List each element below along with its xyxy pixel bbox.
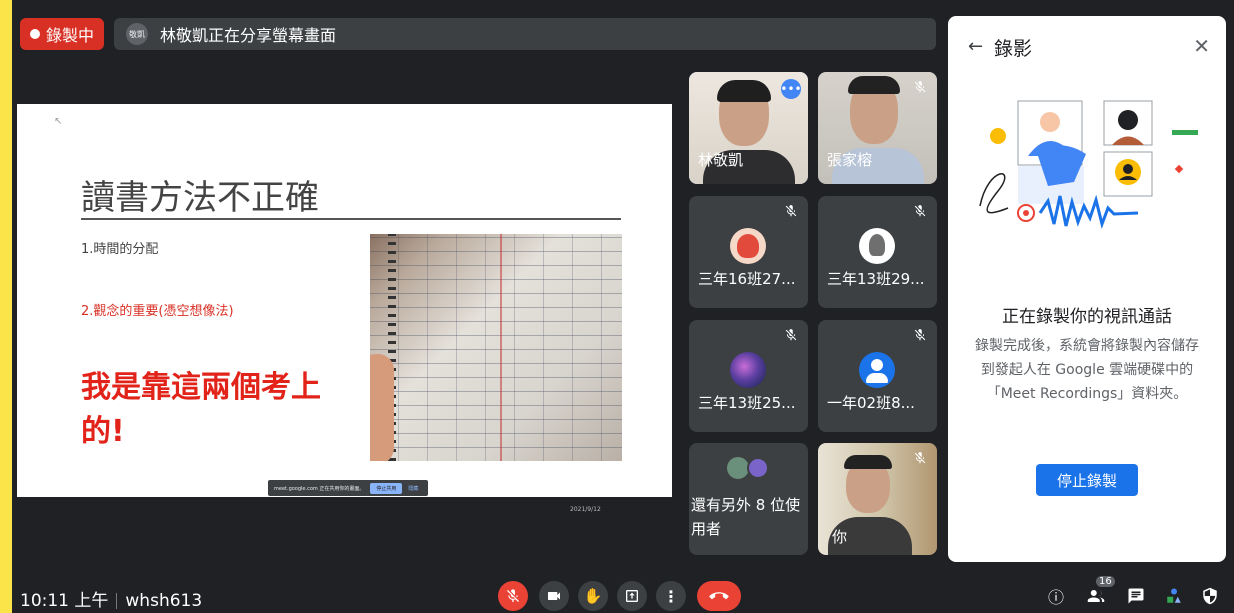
close-icon[interactable]: ✕	[1193, 34, 1210, 58]
mic-off-icon	[785, 329, 797, 341]
participant-name: 三年13班25...	[698, 394, 796, 412]
shared-screen: ↖ 讀書方法不正確 1.時間的分配 2.觀念的重要(憑空想像法) 我是靠這兩個考…	[17, 104, 672, 497]
participant-tile-1[interactable]: ••• 林敬凱	[689, 72, 808, 184]
recording-panel: ← 錄影 ✕ 正在錄製你的視訊通話 錄製完成後，系統會將錄製內容儲存到發起人在	[948, 16, 1226, 562]
people-button[interactable]	[1086, 586, 1106, 606]
panel-title: 錄影	[994, 38, 1033, 60]
clock-time: 10:11 上午	[20, 591, 109, 611]
mic-off-icon	[914, 205, 926, 217]
avatar	[727, 457, 749, 479]
mouse-cursor-icon: ↖	[54, 116, 63, 127]
default-avatar-icon	[859, 352, 895, 388]
shield-lock-icon	[1203, 587, 1217, 605]
slide-title: 讀書方法不正確	[81, 178, 319, 218]
more-vert-icon: ⋮	[663, 586, 679, 606]
chat-button[interactable]	[1126, 586, 1146, 606]
participant-tile-3[interactable]: 三年16班27...	[689, 196, 808, 308]
mic-toggle-button[interactable]	[498, 581, 528, 611]
meeting-code: whsh613	[125, 591, 203, 611]
leave-call-button[interactable]	[697, 581, 741, 611]
stop-recording-button[interactable]: 停止錄製	[1036, 464, 1138, 496]
slide-point-1: 1.時間的分配	[81, 242, 159, 257]
recording-description: 錄製完成後，系統會將錄製內容儲存到發起人在 Google 雲端硬碟中的「Meet…	[975, 338, 1199, 402]
more-options-icon[interactable]: •••	[780, 79, 802, 99]
mic-off-icon	[507, 589, 519, 602]
mic-off-icon	[914, 81, 926, 93]
participant-name: 林敬凱	[698, 151, 744, 169]
activities-icon	[1167, 588, 1181, 603]
raise-hand-button[interactable]: ✋	[578, 581, 608, 611]
hide-notification-button[interactable]: 隱藏	[408, 485, 418, 492]
avatar	[747, 457, 769, 479]
people-icon	[1087, 590, 1105, 602]
mic-off-icon	[785, 205, 797, 217]
slide-emphasis: 我是靠這兩個考上的!	[81, 370, 321, 449]
hang-up-icon	[709, 592, 729, 600]
back-arrow-icon[interactable]: ←	[968, 36, 983, 57]
camera-toggle-button[interactable]	[539, 581, 569, 611]
participant-name: 三年13班29...	[827, 270, 925, 288]
more-options-button[interactable]: ⋮	[656, 581, 686, 611]
avatar	[859, 228, 895, 264]
recording-dot-icon	[30, 29, 40, 39]
participant-tile-6[interactable]: 一年02班8...	[818, 320, 937, 432]
participant-tile-2[interactable]: 張家榕	[818, 72, 937, 184]
others-count-label: 還有另外 8 位使用者	[691, 496, 801, 538]
present-now-button[interactable]	[617, 581, 647, 611]
host-controls-button[interactable]	[1200, 586, 1220, 606]
participant-name: 張家榕	[827, 151, 873, 169]
people-count-badge: 16	[1096, 576, 1115, 587]
participant-name: 一年02班8...	[827, 394, 915, 412]
presenter-avatar: 敬凱	[126, 23, 148, 45]
recording-label: 錄製中	[46, 26, 95, 45]
info-icon: ⓘ	[1047, 588, 1064, 607]
present-icon	[626, 590, 638, 602]
hand-icon: ✋	[583, 587, 603, 605]
sharing-notification: meet.google.com 正在共用你的畫面。 停止共用 隱藏	[268, 480, 428, 496]
stop-sharing-button[interactable]: 停止共用	[370, 482, 403, 494]
avatar	[730, 228, 766, 264]
desktop-edge	[0, 0, 12, 613]
recording-illustration	[979, 100, 1198, 230]
slide-divider	[81, 218, 621, 220]
recording-indicator[interactable]: 錄製中	[20, 18, 105, 50]
notebook-photo	[370, 234, 622, 461]
sharing-notification-text: meet.google.com 正在共用你的畫面。	[274, 485, 365, 492]
meet-stage: 錄製中 敬凱 林敬凱正在分享螢幕畫面 ↖ 讀書方法不正確 1.時間的分配 2.觀…	[12, 0, 1234, 613]
others-tile[interactable]: 還有另外 8 位使用者	[689, 443, 808, 555]
activities-button[interactable]	[1164, 586, 1184, 606]
camera-icon	[548, 592, 560, 600]
avatar	[730, 352, 766, 388]
presentation-banner: 敬凱 林敬凱正在分享螢幕畫面	[114, 18, 936, 50]
self-tile[interactable]: 你	[818, 443, 937, 555]
meeting-details-button[interactable]: ⓘ	[1046, 586, 1066, 607]
chat-icon	[1128, 588, 1144, 604]
participant-tile-5[interactable]: 三年13班25...	[689, 320, 808, 432]
recording-heading: 正在錄製你的視訊通話	[1002, 307, 1172, 327]
slide-date: 2021/9/12	[570, 506, 601, 513]
participant-name: 你	[832, 528, 848, 546]
mic-off-icon	[914, 452, 926, 464]
slide-point-2: 2.觀念的重要(憑空想像法)	[81, 304, 234, 319]
mic-off-icon	[914, 329, 926, 341]
meeting-info: 10:11 上午 whsh613	[20, 586, 202, 611]
participant-tile-4[interactable]: 三年13班29...	[818, 196, 937, 308]
participant-name: 三年16班27...	[698, 270, 796, 288]
presentation-text: 林敬凱正在分享螢幕畫面	[160, 26, 337, 45]
